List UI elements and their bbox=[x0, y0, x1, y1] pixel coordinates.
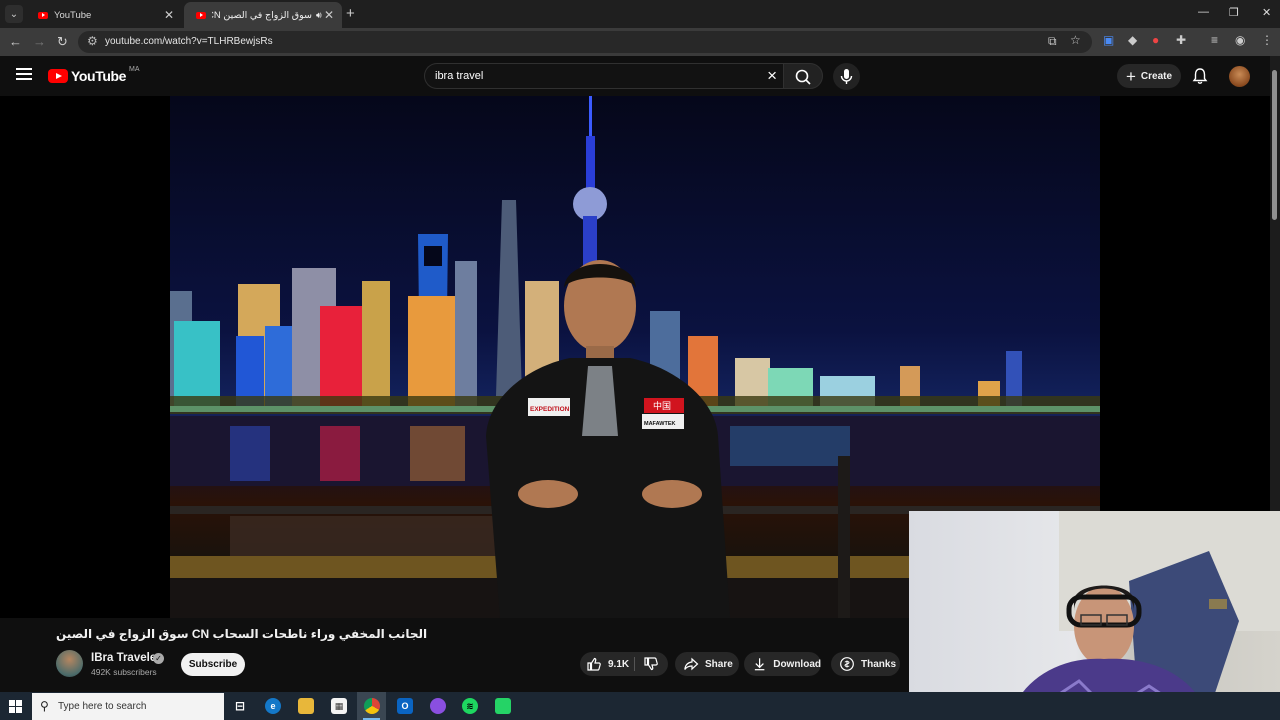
notifications-button[interactable] bbox=[1190, 66, 1210, 86]
back-icon[interactable]: ← bbox=[9, 34, 22, 49]
search-icon: ⚲ bbox=[40, 699, 49, 713]
thanks-button[interactable]: Thanks bbox=[831, 652, 900, 676]
tab-video[interactable]: سوق الزواج في الصين CN ال... 🔊︎ ✕ bbox=[184, 2, 342, 28]
voice-search-button[interactable] bbox=[833, 63, 860, 90]
thumbs-up-icon bbox=[587, 657, 601, 671]
reload-icon[interactable]: ↻ bbox=[57, 34, 68, 50]
like-divider bbox=[634, 657, 635, 671]
create-button[interactable]: + Create bbox=[1117, 64, 1181, 88]
download-button[interactable]: Download bbox=[744, 652, 821, 676]
windows-taskbar: ⚲ Type here to search bbox=[0, 692, 1280, 720]
url-text: youtube.com/watch?v=TLHRBewjsRs bbox=[105, 36, 273, 47]
search-input[interactable]: ibra travel × bbox=[424, 63, 783, 89]
messenger-icon[interactable] bbox=[430, 698, 446, 714]
close-window-icon[interactable]: ✕ bbox=[1262, 6, 1271, 19]
restore-icon[interactable]: ❐ bbox=[1229, 6, 1239, 19]
minimize-icon[interactable]: — bbox=[1198, 6, 1209, 18]
share-icon bbox=[684, 657, 699, 671]
chrome-icon[interactable] bbox=[364, 698, 380, 714]
windows-start-icon[interactable] bbox=[9, 700, 22, 713]
hamburger-menu-icon[interactable] bbox=[16, 68, 32, 80]
task-view-icon[interactable]: ⊟ bbox=[232, 698, 248, 714]
subscribe-button[interactable]: Subscribe bbox=[181, 653, 245, 676]
extension-icon[interactable]: ◆ bbox=[1128, 33, 1137, 47]
webcam-overlay bbox=[909, 511, 1280, 720]
bookmark-star-icon[interactable]: ☆ bbox=[1070, 33, 1081, 47]
new-tab-button[interactable]: + bbox=[346, 5, 355, 22]
adblock-extension-icon[interactable]: ● bbox=[1152, 33, 1159, 47]
youtube-favicon-icon bbox=[38, 11, 48, 19]
like-dislike-group: 9.1K bbox=[580, 652, 668, 676]
browser-tab-strip: ⌄ YouTube ✕ سوق الزواج في الصين CN ال...… bbox=[0, 0, 1280, 28]
tab-title: YouTube bbox=[54, 9, 92, 21]
microphone-icon bbox=[840, 69, 853, 84]
tab-search-button[interactable]: ⌄ bbox=[5, 5, 23, 23]
dislike-button[interactable] bbox=[643, 656, 659, 675]
share-label: Share bbox=[705, 658, 733, 670]
translate-extension-icon[interactable]: ▣ bbox=[1103, 33, 1114, 47]
spotify-icon[interactable]: ≋ bbox=[462, 698, 478, 714]
media-controls-icon[interactable]: ≡ bbox=[1211, 33, 1218, 47]
scene-badge-right-bottom-text: MAFAWTEK bbox=[644, 421, 675, 427]
youtube-logo[interactable]: YouTube MA bbox=[48, 65, 140, 84]
youtube-play-icon bbox=[48, 69, 68, 83]
search-button[interactable] bbox=[783, 63, 823, 89]
youtube-favicon-icon bbox=[196, 11, 206, 19]
close-tab-icon[interactable]: ✕ bbox=[324, 8, 334, 22]
scene-badge-right-top-text: 中国 bbox=[653, 400, 671, 412]
bell-icon bbox=[1192, 68, 1208, 84]
audio-playing-icon[interactable]: 🔊︎ bbox=[316, 10, 322, 21]
create-label: Create bbox=[1140, 70, 1173, 82]
forward-icon[interactable]: → bbox=[33, 34, 46, 49]
scene-badge-left-text: EXPEDITION bbox=[530, 406, 570, 413]
youtube-wordmark: YouTube bbox=[71, 68, 127, 84]
super-thanks-icon bbox=[840, 657, 854, 671]
like-count: 9.1K bbox=[608, 658, 630, 670]
chrome-menu-icon[interactable]: ⋮ bbox=[1261, 33, 1273, 47]
tab-title: سوق الزواج في الصين CN ال... bbox=[212, 9, 312, 21]
avatar[interactable] bbox=[1229, 66, 1250, 87]
site-info-icon[interactable]: ⚙︎ bbox=[87, 34, 98, 48]
scrollbar-thumb[interactable] bbox=[1272, 70, 1277, 220]
taskbar-search-placeholder: Type here to search bbox=[58, 701, 147, 712]
edge-icon[interactable]: e bbox=[265, 698, 281, 714]
plus-icon: + bbox=[1125, 66, 1136, 86]
search-value: ibra travel bbox=[435, 70, 484, 82]
close-tab-icon[interactable]: ✕ bbox=[164, 8, 174, 22]
share-button[interactable]: Share bbox=[675, 652, 739, 676]
verified-badge-icon: ✓ bbox=[153, 653, 164, 664]
download-label: Download bbox=[773, 658, 821, 670]
taskbar-search-box[interactable]: ⚲ Type here to search bbox=[32, 693, 224, 720]
thanks-label: Thanks bbox=[861, 658, 897, 670]
store-icon[interactable]: ▦ bbox=[331, 698, 347, 714]
cast-icon[interactable]: ⧉ bbox=[1048, 34, 1057, 49]
tab-youtube[interactable]: YouTube ✕ bbox=[26, 2, 182, 28]
file-explorer-icon[interactable] bbox=[298, 698, 314, 714]
webcam-person-scene bbox=[1009, 511, 1280, 720]
outlook-icon[interactable]: O bbox=[397, 698, 413, 714]
clear-search-icon[interactable]: × bbox=[767, 66, 777, 86]
video-title: الجانب المخفي وراء ناطحات السحاب CN سوق … bbox=[56, 627, 428, 641]
whatsapp-icon[interactable] bbox=[495, 698, 511, 714]
youtube-masthead: YouTube MA ibra travel × + Create bbox=[0, 56, 1270, 96]
country-code: MA bbox=[129, 65, 140, 73]
profile-icon[interactable]: ◉ bbox=[1235, 33, 1245, 47]
search-icon bbox=[795, 69, 811, 85]
like-button[interactable]: 9.1K bbox=[586, 656, 629, 672]
channel-avatar[interactable] bbox=[56, 650, 83, 677]
browser-toolbar: ← → ↻ ⚙︎ youtube.com/watch?v=TLHRBewjsRs… bbox=[0, 28, 1280, 56]
address-bar[interactable]: ⚙︎ youtube.com/watch?v=TLHRBewjsRs ⧉ ☆ bbox=[78, 31, 1092, 53]
extensions-puzzle-icon[interactable]: ✚ bbox=[1176, 33, 1186, 47]
download-icon bbox=[754, 658, 765, 671]
subscriber-count: 492K subscribers bbox=[91, 667, 157, 677]
channel-name[interactable]: IBra Traveler bbox=[91, 652, 161, 664]
thumbs-down-icon bbox=[644, 657, 658, 671]
